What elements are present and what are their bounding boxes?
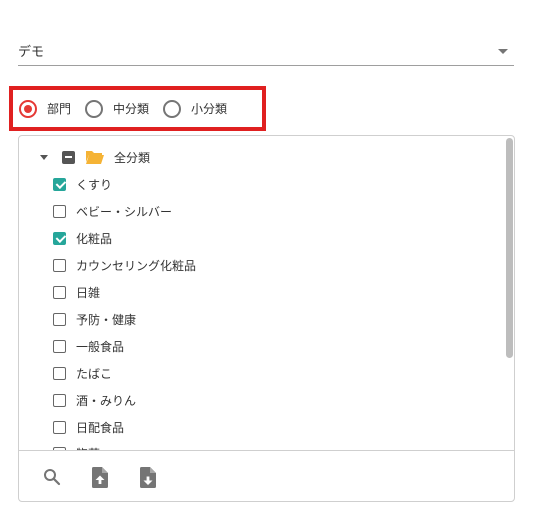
tree-item[interactable]: 予防・健康 — [53, 306, 136, 332]
checkbox[interactable] — [53, 231, 66, 245]
tree-item[interactable]: 一般食品 — [53, 333, 124, 359]
radio-option-small-category[interactable]: 小分類 — [163, 99, 228, 118]
tree-item-label: 日配食品 — [76, 420, 125, 435]
tree-item-label: 予防・健康 — [76, 312, 137, 327]
file-upload-icon[interactable] — [89, 465, 111, 489]
tree-item-label: 一般食品 — [76, 339, 125, 354]
tree-item-label: 酒・みりん — [76, 393, 137, 408]
tree-item-label: 日雑 — [76, 285, 101, 300]
tree-item[interactable]: ベビー・シルバー — [53, 198, 172, 224]
tree-item[interactable]: 日配食品 — [53, 414, 124, 440]
checkbox[interactable] — [53, 366, 66, 380]
radio-button[interactable] — [163, 99, 182, 118]
checkbox[interactable] — [53, 420, 66, 434]
checkbox[interactable] — [53, 204, 66, 218]
tree-item[interactable]: くすり — [53, 171, 112, 197]
radio-label: 中分類 — [113, 102, 150, 116]
tree-item[interactable]: 化粧品 — [53, 225, 112, 251]
tree-item-label: たばこ — [76, 366, 113, 381]
checkbox[interactable] — [53, 339, 66, 353]
tree-root[interactable]: 全分類 — [19, 144, 150, 170]
tree-item-label: 化粧品 — [76, 231, 113, 246]
tree-item[interactable]: 日雑 — [53, 279, 100, 305]
tree-item[interactable]: 惣菜 — [53, 440, 100, 450]
radio-label: 部門 — [47, 102, 72, 116]
tree-item-label: ベビー・シルバー — [76, 204, 173, 219]
file-download-icon[interactable] — [137, 465, 159, 489]
radio-button[interactable] — [19, 99, 37, 118]
tree-item[interactable]: たばこ — [53, 360, 112, 386]
checkbox[interactable] — [53, 258, 66, 272]
checkbox[interactable] — [53, 177, 66, 191]
radio-option-department[interactable]: 部門 — [19, 99, 72, 118]
chevron-down-icon[interactable] — [498, 49, 508, 54]
checkbox[interactable] — [53, 312, 66, 326]
tree-root-label: 全分類 — [114, 150, 151, 165]
tree-item-label: カウンセリング化粧品 — [76, 258, 197, 273]
folder-open-icon — [86, 151, 104, 164]
tree-item-label: くすり — [76, 177, 113, 192]
tree-scroll-area[interactable]: 全分類 くすり ベビー・シルバー 化粧品 カウンセリング化粧品 日雑 予防・健康 — [19, 136, 514, 450]
checkbox[interactable] — [53, 393, 66, 407]
checkbox[interactable] — [53, 285, 66, 299]
search-icon[interactable] — [41, 465, 63, 489]
indeterminate-checkbox[interactable] — [62, 150, 75, 164]
scrollbar-thumb[interactable] — [506, 138, 513, 358]
radio-option-middle-category[interactable]: 中分類 — [85, 99, 150, 118]
tree-item[interactable]: 酒・みりん — [53, 387, 136, 413]
category-tree-panel: 全分類 くすり ベビー・シルバー 化粧品 カウンセリング化粧品 日雑 予防・健康 — [18, 135, 515, 502]
radio-label: 小分類 — [191, 102, 228, 116]
classification-radio-group: 部門 中分類 小分類 — [9, 86, 266, 131]
tree-toolbar — [19, 450, 514, 501]
dropdown-select[interactable]: デモ — [18, 36, 514, 66]
expand-arrow-icon[interactable] — [40, 154, 48, 160]
dropdown-value: デモ — [18, 45, 45, 60]
radio-button[interactable] — [85, 99, 104, 118]
tree-item[interactable]: カウンセリング化粧品 — [53, 252, 196, 278]
